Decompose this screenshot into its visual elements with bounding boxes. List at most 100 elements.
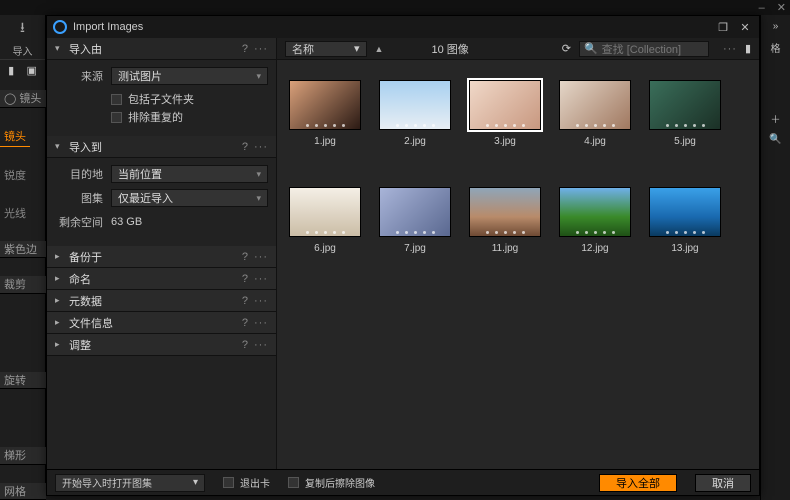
thumbnail-image (649, 187, 721, 237)
thumbnail-grid: 1.jpg 2.jpg 3.jpg 4.jpg 5.jpg 6.jpg 7.jpg 11.j… (277, 60, 759, 469)
folder-icon[interactable]: ▮ (8, 64, 14, 77)
camera-icon[interactable]: ▣ (26, 64, 36, 77)
collection-select[interactable]: 仅最近导入▾ (111, 189, 268, 207)
chevron-right-icon: ▸ (55, 251, 65, 262)
chevron-down-icon: ▾ (256, 193, 261, 204)
size-slider-icon[interactable]: ▮ (745, 42, 751, 55)
thumbnail[interactable]: 3.jpg (469, 80, 541, 147)
exclude-duplicates-checkbox[interactable]: 排除重复的 (55, 108, 268, 126)
thumbnail[interactable]: 5.jpg (649, 80, 721, 147)
help-icon[interactable]: ? (242, 317, 248, 329)
import-all-button[interactable]: 导入全部 (599, 474, 677, 492)
more-icon[interactable]: ··· (254, 43, 268, 55)
thumbnail-caption: 13.jpg (671, 243, 698, 254)
chevron-right-icon: ▸ (55, 295, 65, 306)
left-panel: ▾ 导入由 ? ··· 来源 测试图片▾ 包括子文件夹 (47, 38, 277, 469)
section-import-to[interactable]: ▾ 导入到 ? ··· (47, 136, 276, 158)
app-side-panel: ◯ 镜头 镜头 锐度 光线 紫色边 裁剪 旋转 梯形 网格 (0, 80, 46, 500)
dialog-restore[interactable]: ❐ (715, 21, 731, 34)
section-命名[interactable]: ▸命名?··· (47, 268, 276, 290)
thumbnail-caption: 5.jpg (674, 136, 696, 147)
section-备份于[interactable]: ▸备份于?··· (47, 246, 276, 268)
app-minimize[interactable]: – (759, 2, 765, 14)
thumbnail-caption: 6.jpg (314, 243, 336, 254)
app-close[interactable]: ✕ (777, 1, 786, 14)
right-label: 格 (771, 40, 781, 55)
eject-card-checkbox[interactable]: 退出卡 (223, 475, 270, 490)
include-subfolders-checkbox[interactable]: 包括子文件夹 (55, 90, 268, 108)
thumbnail[interactable]: 6.jpg (289, 187, 361, 254)
help-icon[interactable]: ? (242, 43, 248, 55)
collection-label: 图集 (55, 190, 111, 206)
thumbnail[interactable]: 13.jpg (649, 187, 721, 254)
side-sharp[interactable]: 锐度 (0, 165, 46, 185)
section-元数据[interactable]: ▸元数据?··· (47, 290, 276, 312)
erase-after-copy-checkbox[interactable]: 复制后擦除图像 (288, 475, 375, 490)
thumbnail-caption: 3.jpg (494, 136, 516, 147)
more-icon[interactable]: ··· (254, 339, 268, 351)
more-icon[interactable]: ··· (723, 43, 737, 55)
more-icon[interactable]: ··· (254, 251, 268, 263)
sort-select[interactable]: 名称 ▾ (285, 41, 367, 57)
thumbnail[interactable]: 12.jpg (559, 187, 631, 254)
section-调整[interactable]: ▸调整?··· (47, 334, 276, 356)
refresh-icon[interactable]: ⟳ (562, 42, 571, 55)
thumbnail-image (649, 80, 721, 130)
thumbnail-toolbar: 名称 ▾ ▲ 10 图像 ⟳ 🔍 查找 [Collection] ··· ▮ (277, 38, 759, 60)
thumbnail-caption: 1.jpg (314, 136, 336, 147)
right-menu-icon[interactable]: » (773, 21, 779, 32)
help-icon[interactable]: ? (242, 295, 248, 307)
chevron-right-icon: ▸ (55, 339, 65, 350)
help-icon[interactable]: ? (242, 251, 248, 263)
app-right-dock: » 格 ＋ 🔍 (760, 15, 790, 500)
side-light[interactable]: 光线 (0, 203, 46, 223)
source-select[interactable]: 测试图片▾ (111, 67, 268, 85)
help-icon[interactable]: ? (242, 339, 248, 351)
lens-header-icon: ◯ (4, 92, 16, 105)
thumbnail-image (289, 80, 361, 130)
checkbox-icon (223, 477, 234, 488)
app-window-controls: – ✕ (0, 0, 790, 15)
checkbox-icon (288, 477, 299, 488)
more-icon[interactable]: ··· (254, 273, 268, 285)
more-icon[interactable]: ··· (254, 317, 268, 329)
help-icon[interactable]: ? (242, 141, 248, 153)
chevron-right-icon: ▸ (55, 273, 65, 284)
thumbnail-caption: 2.jpg (404, 136, 426, 147)
after-import-select[interactable]: 开始导入时打开图集 ▾ (55, 474, 205, 492)
thumbnail[interactable]: 1.jpg (289, 80, 361, 147)
import-images-dialog: Import Images ❐ ✕ ▾ 导入由 ? ··· 来源 测试图片▾ (46, 15, 760, 496)
dialog-titlebar: Import Images ❐ ✕ (47, 16, 759, 38)
more-icon[interactable]: ··· (254, 295, 268, 307)
right-search-icon[interactable]: 🔍 (769, 134, 781, 145)
thumbnail[interactable]: 2.jpg (379, 80, 451, 147)
sort-asc-icon[interactable]: ▲ (375, 44, 384, 54)
thumbnail-image (289, 187, 361, 237)
app-logo-icon (53, 20, 67, 34)
thumbnail-caption: 12.jpg (581, 243, 608, 254)
side-purple-header[interactable]: 紫色边 (0, 241, 46, 259)
dialog-close[interactable]: ✕ (737, 21, 753, 34)
side-crop-header[interactable]: 裁剪 (0, 276, 46, 294)
side-rotate-header[interactable]: 旋转 (0, 372, 46, 390)
lens-tab[interactable]: 镜头 (0, 126, 30, 147)
more-icon[interactable]: ··· (254, 141, 268, 153)
thumbnail-image (559, 187, 631, 237)
side-trap-header[interactable]: 梯形 (0, 447, 46, 465)
thumbnail[interactable]: 11.jpg (469, 187, 541, 254)
section-import-from[interactable]: ▾ 导入由 ? ··· (47, 38, 276, 60)
chevron-down-icon: ▾ (55, 43, 65, 54)
cancel-button[interactable]: 取消 (695, 474, 751, 492)
import-button[interactable]: ⭳ 导入 (0, 15, 45, 59)
thumbnail[interactable]: 7.jpg (379, 187, 451, 254)
destination-select[interactable]: 当前位置▾ (111, 165, 268, 183)
section-文件信息[interactable]: ▸文件信息?··· (47, 312, 276, 334)
right-add-icon[interactable]: ＋ (771, 111, 781, 126)
side-grid-header[interactable]: 网格 (0, 483, 46, 500)
import-label: 导入 (13, 43, 33, 58)
source-label: 来源 (55, 68, 111, 84)
thumbnail[interactable]: 4.jpg (559, 80, 631, 147)
search-input[interactable]: 🔍 查找 [Collection] (579, 41, 709, 57)
help-icon[interactable]: ? (242, 273, 248, 285)
chevron-down-icon: ▾ (193, 477, 198, 488)
